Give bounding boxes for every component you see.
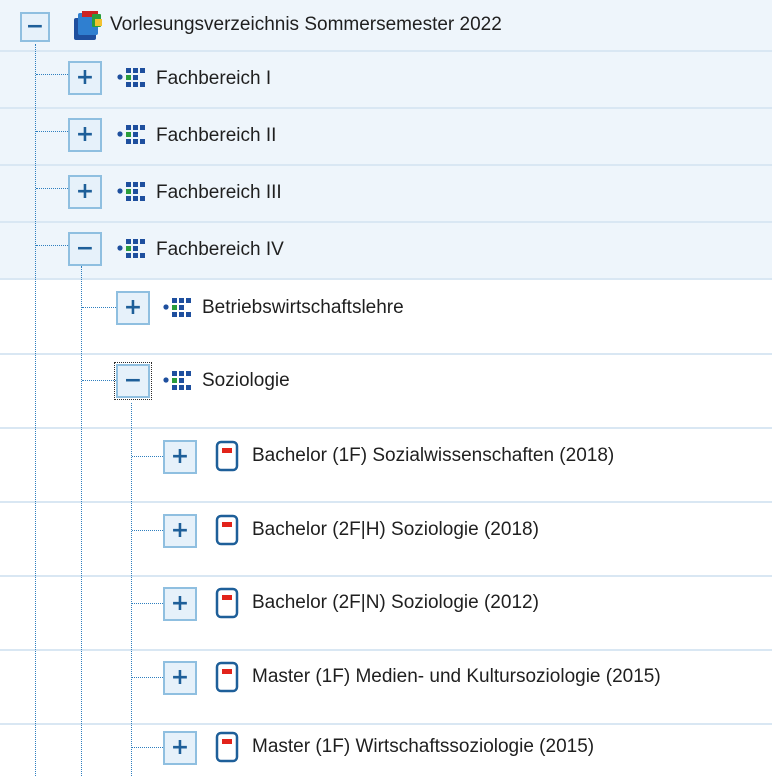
minus-icon: − [25,14,45,39]
plus-icon: + [170,591,190,616]
tree-branch [132,603,163,604]
tree-node-label[interactable]: Betriebswirtschaftslehre [202,296,404,320]
tree-node-label[interactable]: Soziologie [202,369,290,393]
expand-button[interactable]: + [163,587,197,621]
tree-row-fachbereich-2 [0,109,772,166]
tree-branch [82,307,116,308]
tree-node-label[interactable]: Fachbereich I [156,67,271,91]
plus-icon: + [170,518,190,543]
study-program-icon [215,661,239,693]
org-units-icon [163,371,191,390]
plus-icon: + [170,444,190,469]
tree-node-label[interactable]: Fachbereich III [156,181,282,205]
expand-button[interactable]: + [68,175,102,209]
tree-branch [132,530,163,531]
minus-icon: − [75,236,95,261]
org-units-icon [117,182,145,201]
books-icon [74,11,102,40]
expand-button[interactable]: + [163,514,197,548]
tree-branch [36,74,68,75]
org-units-icon [117,239,145,258]
tree-connector-level1 [35,44,36,776]
tree-row-fachbereich-3 [0,166,772,223]
study-program-icon [215,587,239,619]
minus-icon: − [123,368,143,393]
tree-node-label[interactable]: Fachbereich IV [156,238,284,262]
collapse-button[interactable]: − [114,362,152,400]
tree-connector-level2 [81,266,82,776]
tree-node-label[interactable]: Fachbereich II [156,124,276,148]
expand-button[interactable]: + [163,661,197,695]
expand-button[interactable]: + [116,291,150,325]
study-program-icon [215,514,239,546]
tree-branch [36,188,68,189]
tree-node-label[interactable]: Bachelor (2F|H) Soziologie (2018) [252,518,539,542]
expand-button[interactable]: + [68,118,102,152]
plus-icon: + [75,65,95,90]
plus-icon: + [170,665,190,690]
plus-icon: + [123,295,143,320]
plus-icon: + [75,179,95,204]
tree-node-label[interactable]: Bachelor (1F) Sozialwissenschaften (2018… [252,444,614,468]
collapse-button[interactable]: − [68,232,102,266]
tree-connector-level3 [131,403,132,776]
org-units-icon [117,125,145,144]
tree-branch [132,677,163,678]
tree-node-label[interactable]: Master (1F) Wirtschaftssoziologie (2015) [252,735,594,759]
expand-button[interactable]: + [163,731,197,765]
expand-button[interactable]: + [68,61,102,95]
tree-node-label[interactable]: Vorlesungsverzeichnis Sommersemester 202… [110,13,502,37]
tree-branch [82,380,116,381]
expand-button[interactable]: + [163,440,197,474]
plus-icon: + [170,735,190,760]
study-program-icon [215,731,239,763]
tree-node-label[interactable]: Bachelor (2F|N) Soziologie (2012) [252,591,539,615]
study-program-icon [215,440,239,472]
plus-icon: + [75,122,95,147]
org-units-icon [117,68,145,87]
tree-row-fachbereich-4 [0,223,772,280]
org-units-icon [163,298,191,317]
tree-branch [36,245,68,246]
tree-row-fachbereich-1 [0,52,772,109]
tree-branch [36,131,68,132]
tree-branch [132,747,163,748]
collapse-button[interactable]: − [20,12,50,42]
tree-node-label[interactable]: Master (1F) Medien- und Kultursoziologie… [252,665,661,689]
tree-branch [132,456,163,457]
